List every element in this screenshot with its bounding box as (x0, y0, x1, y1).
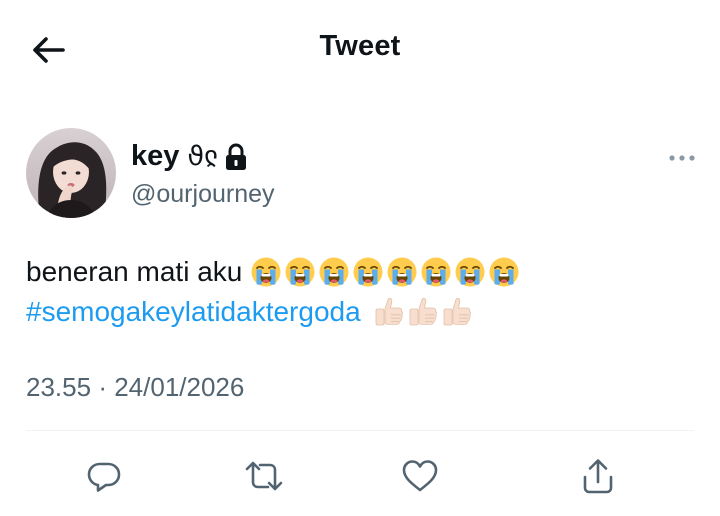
thumbs-up-icon (409, 297, 437, 326)
loudly-crying-face-icon (421, 257, 451, 287)
loudly-crying-face-icon (455, 257, 485, 287)
avatar[interactable] (26, 128, 116, 218)
tweet-date: 24/01/2026 (114, 372, 245, 402)
user-handle[interactable]: @ourjourney (131, 180, 275, 209)
loudly-crying-face-icon (387, 257, 417, 287)
lock-icon (224, 143, 248, 171)
thumbs-up-icon (443, 297, 471, 326)
heart-icon (402, 460, 438, 492)
thumbs-up-emoji-group (373, 296, 475, 328)
retweet-button[interactable] (242, 454, 286, 498)
avatar-image (26, 128, 116, 218)
loudly-crying-face-icon (353, 257, 383, 287)
tweet-body: beneran mati aku #semogakeylatidaktergod… (26, 252, 696, 332)
more-horizontal-icon (669, 155, 695, 161)
action-bar (0, 448, 720, 504)
tweet-text: beneran mati aku (26, 256, 243, 287)
crying-emoji-group (250, 256, 522, 288)
top-bar: Tweet (0, 0, 720, 100)
like-button[interactable] (398, 454, 442, 498)
author-name-row[interactable]: key ϑჺ (131, 140, 248, 173)
tweet-time: 23.55 (26, 372, 92, 402)
loudly-crying-face-icon (319, 257, 349, 287)
loudly-crying-face-icon (285, 257, 315, 287)
reply-button[interactable] (82, 454, 126, 498)
timestamp-separator: · (98, 372, 107, 402)
share-button[interactable] (576, 454, 620, 498)
page-title: Tweet (319, 30, 401, 62)
thumbs-up-icon (375, 297, 403, 326)
name-glyph: ϑჺ (187, 141, 218, 172)
retweet-icon (245, 461, 283, 491)
divider (26, 430, 694, 431)
tweet-timestamp[interactable]: 23.55 · 24/01/2026 (26, 372, 244, 403)
loudly-crying-face-icon (251, 257, 281, 287)
reply-icon (87, 462, 121, 492)
tweet-detail-screen: Tweet key ϑჺ @ourjourney beneran mati ak… (0, 0, 720, 516)
tweet-line-2: #semogakeylatidaktergoda (26, 292, 696, 332)
loudly-crying-face-icon (489, 257, 519, 287)
display-name: key (131, 140, 180, 172)
tweet-line-1: beneran mati aku (26, 252, 696, 292)
more-options-button[interactable] (664, 146, 700, 170)
share-icon (583, 459, 613, 494)
hashtag-link[interactable]: #semogakeylatidaktergoda (26, 292, 361, 332)
